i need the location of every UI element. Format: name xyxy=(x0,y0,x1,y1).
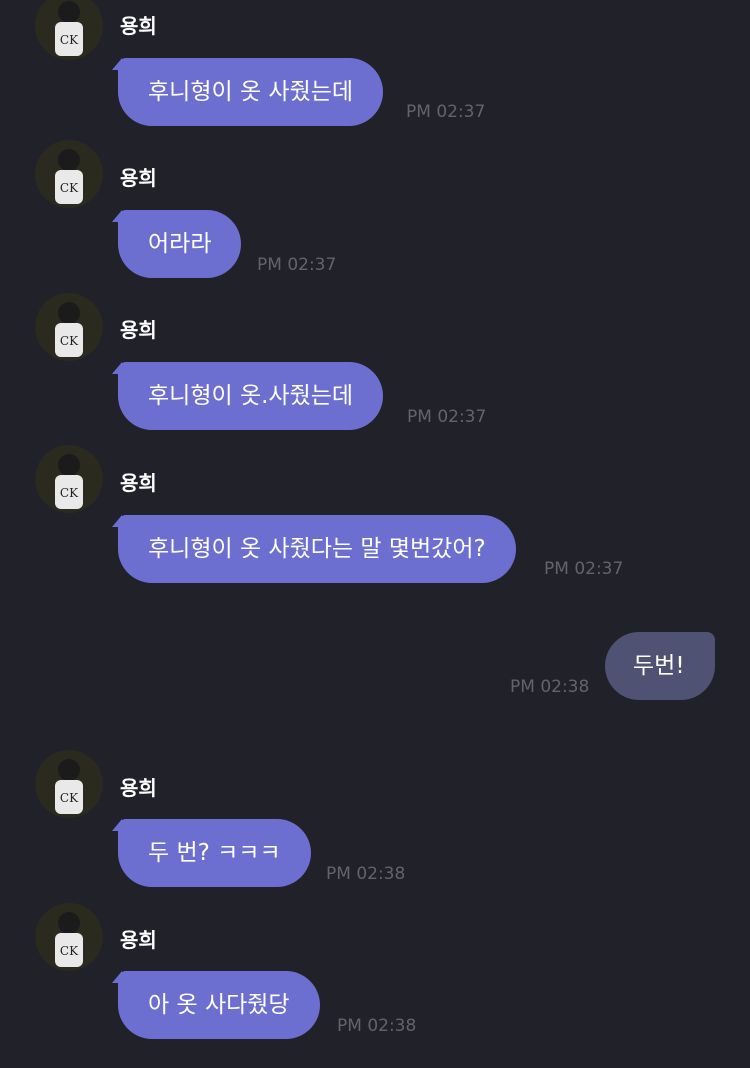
incoming-message-bubble[interactable]: 아 옷 사다줬당 xyxy=(118,971,320,1039)
chat-thread: CK 용희 후니형이 옷 사줬는데 PM 02:37 CK 용희 어라라 PM … xyxy=(0,0,750,1068)
svg-text:CK: CK xyxy=(60,791,79,805)
message-timestamp: PM 02:37 xyxy=(406,102,486,122)
avatar-photo-icon: CK xyxy=(35,0,103,60)
message-timestamp: PM 02:38 xyxy=(337,1016,417,1036)
avatar-photo-icon: CK xyxy=(35,903,103,971)
svg-text:CK: CK xyxy=(60,334,79,348)
outgoing-message-bubble[interactable]: 두번! xyxy=(605,632,715,700)
message-timestamp: PM 02:37 xyxy=(257,255,337,275)
sender-name: 용희 xyxy=(120,471,157,495)
sender-name: 용희 xyxy=(120,166,157,190)
message-timestamp: PM 02:37 xyxy=(407,407,487,427)
incoming-message-bubble[interactable]: 두 번? ㅋㅋㅋ xyxy=(118,819,311,887)
avatar-photo-icon: CK xyxy=(35,293,103,361)
message-timestamp: PM 02:38 xyxy=(510,677,590,697)
sender-avatar[interactable]: CK xyxy=(35,140,103,208)
sender-avatar[interactable]: CK xyxy=(35,903,103,971)
svg-text:CK: CK xyxy=(60,486,79,500)
sender-avatar[interactable]: CK xyxy=(35,750,103,818)
incoming-message-bubble[interactable]: 후니형이 옷 사줬는데 xyxy=(118,58,384,126)
svg-text:CK: CK xyxy=(60,33,79,47)
sender-name: 용희 xyxy=(120,928,157,952)
avatar-photo-icon: CK xyxy=(35,445,103,513)
sender-name: 용희 xyxy=(120,318,157,342)
sender-avatar[interactable]: CK xyxy=(35,0,103,60)
sender-avatar[interactable]: CK xyxy=(35,293,103,361)
avatar-photo-icon: CK xyxy=(35,140,103,208)
message-timestamp: PM 02:38 xyxy=(326,864,406,884)
incoming-message-bubble[interactable]: 후니형이 옷.사줬는데 xyxy=(118,362,384,430)
incoming-message-bubble[interactable]: 어라라 xyxy=(118,210,242,278)
sender-name: 용희 xyxy=(120,776,157,800)
sender-name: 용희 xyxy=(120,14,157,38)
message-timestamp: PM 02:37 xyxy=(544,559,624,579)
bubble-tail xyxy=(705,632,715,644)
avatar-photo-icon: CK xyxy=(35,750,103,818)
svg-text:CK: CK xyxy=(60,181,79,195)
incoming-message-bubble[interactable]: 후니형이 옷 사줬다는 말 몇번갔어? xyxy=(118,515,516,583)
svg-text:CK: CK xyxy=(60,944,79,958)
sender-avatar[interactable]: CK xyxy=(35,445,103,513)
